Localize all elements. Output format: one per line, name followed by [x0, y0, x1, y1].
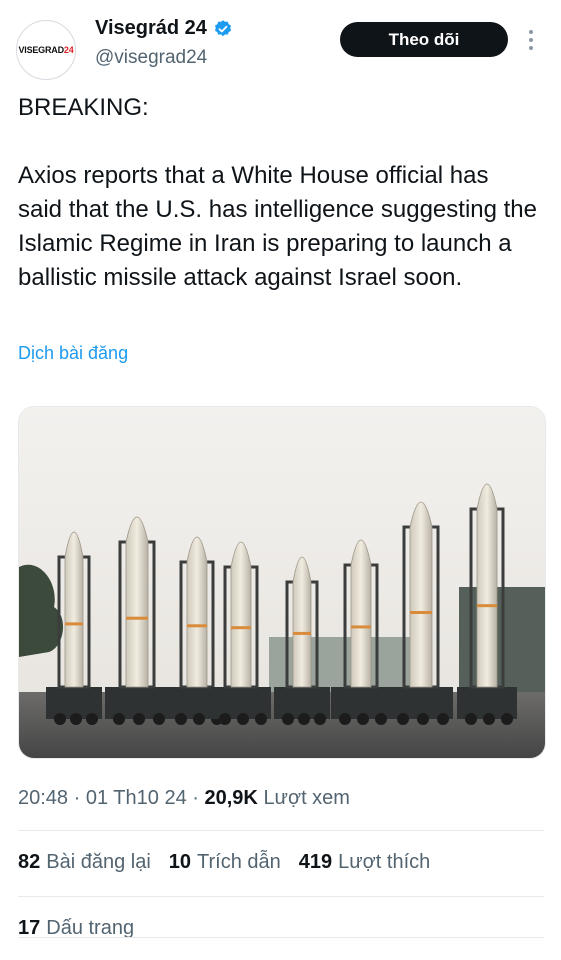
post-image[interactable] [18, 406, 546, 759]
divider [18, 937, 544, 938]
display-name[interactable]: Visegrád 24 [95, 17, 207, 40]
views-label: Lượt xem [263, 787, 350, 809]
divider [18, 830, 544, 831]
translate-post-link[interactable]: Dịch bài đăng [18, 343, 128, 364]
post-meta: 20:48 · 01 Th10 24 · 20,9K Lượt xem [18, 787, 350, 809]
avatar-logo-text: VISEGRAD24 [18, 45, 74, 55]
missile-launchers-photo [19, 407, 545, 758]
views-count: 20,9K [204, 787, 258, 809]
verified-badge-icon [214, 19, 231, 36]
likes-stat[interactable]: 419 Lượt thích [299, 851, 430, 874]
author-handle[interactable]: @visegrad24 [95, 47, 207, 69]
author-name-row: Visegrád 24 [95, 17, 233, 40]
avatar[interactable]: VISEGRAD24 [16, 20, 76, 80]
more-options-icon[interactable] [524, 28, 538, 52]
engagement-stats: 82 Bài đăng lại 10 Trích dẫn 419 Lượt th… [18, 851, 430, 874]
post-body: Axios reports that a White House officia… [18, 162, 537, 291]
divider [18, 896, 544, 897]
post-date[interactable]: 01 Th10 24 [86, 787, 187, 809]
reposts-stat[interactable]: 82 Bài đăng lại [18, 851, 151, 874]
follow-button[interactable]: Theo dõi [340, 22, 508, 57]
quotes-stat[interactable]: 10 Trích dẫn [169, 851, 281, 874]
post-time[interactable]: 20:48 [18, 787, 68, 809]
post-text: BREAKING: Axios reports that a White Hou… [18, 91, 538, 295]
post-headline: BREAKING: [18, 94, 149, 121]
